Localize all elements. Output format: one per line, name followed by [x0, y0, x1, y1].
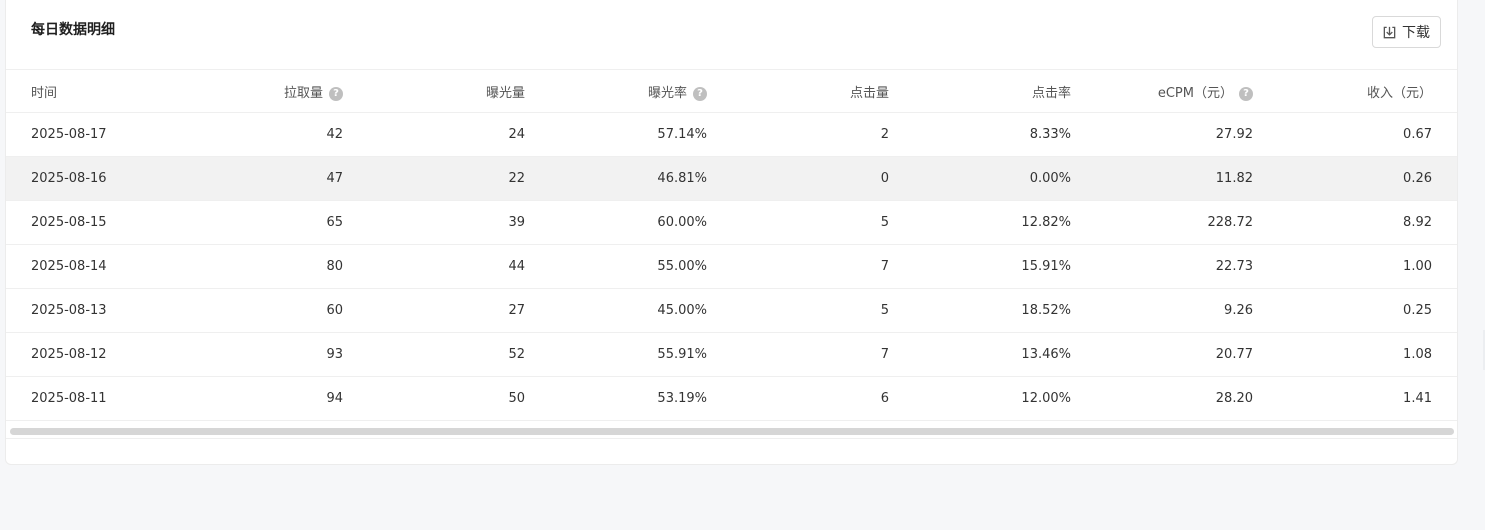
cell-date: 2025-08-15	[31, 215, 107, 230]
table-row: 2025-08-11 94 50 53.19% 6 12.00% 28.20 1…	[6, 377, 1457, 421]
cell-ecpm: 22.73	[1215, 259, 1253, 274]
cell-ecpm: 9.26	[1224, 303, 1253, 318]
cell-ecpm: 28.20	[1215, 391, 1253, 406]
cell-impression-rate: 60.00%	[657, 215, 707, 230]
column-header-requests: 拉取量?	[186, 70, 366, 113]
cell-impression-rate: 55.91%	[657, 347, 707, 362]
daily-data-table: 时间 拉取量? 曝光量 曝光率? 点击量 点击率 eCPM（元）? 收入（元） …	[6, 69, 1457, 421]
daily-detail-card: 每日数据明细 下载 时间 拉取量? 曝光量 曝光率 ? 点击量 点击率 eCPM…	[5, 0, 1458, 465]
cell-impressions: 39	[508, 215, 525, 230]
cell-clicks: 7	[880, 259, 889, 274]
column-header-ctr: 点击率	[1031, 85, 1071, 101]
cell-impression-rate: 46.81%	[657, 171, 707, 186]
cell-clicks: 7	[880, 347, 889, 362]
cell-impressions: 27	[508, 303, 525, 318]
table-row: 2025-08-13 60 27 45.00% 5 18.52% 9.26 0.…	[6, 289, 1457, 333]
cell-ctr: 18.52%	[1021, 303, 1071, 318]
cell-date: 2025-08-13	[31, 303, 107, 318]
cell-ecpm: 27.92	[1215, 127, 1253, 142]
cell-revenue: 1.00	[1403, 259, 1432, 274]
table-row: 2025-08-17 42 24 57.14% 2 8.33% 27.92 0.…	[6, 113, 1457, 157]
column-header-time: 时间	[31, 85, 58, 101]
cell-ctr: 13.46%	[1021, 347, 1071, 362]
cell-revenue: 8.92	[1403, 215, 1432, 230]
table-row: 2025-08-14 80 44 55.00% 7 15.91% 22.73 1…	[6, 245, 1457, 289]
download-icon	[1382, 25, 1397, 40]
cell-requests: 94	[326, 391, 343, 406]
cell-ecpm: 11.82	[1215, 171, 1253, 186]
cell-revenue: 1.41	[1403, 391, 1432, 406]
cell-clicks: 6	[880, 391, 889, 406]
cell-date: 2025-08-17	[31, 127, 107, 142]
cell-date: 2025-08-16	[31, 171, 107, 186]
cell-ctr: 12.00%	[1021, 391, 1071, 406]
cell-date: 2025-08-14	[31, 259, 107, 274]
cell-impressions: 50	[508, 391, 525, 406]
cell-ecpm: 228.72	[1207, 215, 1254, 230]
cell-impression-rate: 45.00%	[657, 303, 707, 318]
column-header-revenue: 收入（元）	[1366, 85, 1432, 101]
cell-revenue: 1.08	[1403, 347, 1432, 362]
table-header-row: 时间 拉取量? 曝光量 曝光率? 点击量 点击率 eCPM（元）? 收入（元）	[6, 69, 1457, 113]
table-row: 2025-08-12 93 52 55.91% 7 13.46% 20.77 1…	[6, 333, 1457, 377]
table-footer-divider	[6, 438, 1457, 439]
card-title: 每日数据明细	[31, 22, 115, 38]
cell-impressions: 52	[508, 347, 525, 362]
cell-ctr: 0.00%	[1029, 171, 1071, 186]
question-circle-icon[interactable]: ?	[693, 86, 707, 101]
table-row: 2025-08-15 65 39 60.00% 5 12.82% 228.72 …	[6, 201, 1457, 245]
cell-impression-rate: 53.19%	[657, 391, 707, 406]
column-header-clicks: 点击量	[849, 85, 889, 101]
cell-clicks: 0	[880, 171, 889, 186]
cell-date: 2025-08-12	[31, 347, 107, 362]
cell-impressions: 24	[508, 127, 525, 142]
horizontal-scrollbar[interactable]	[10, 428, 1454, 435]
table-row: 2025-08-16 47 22 46.81% 0 0.00% 11.82 0.…	[6, 156, 1457, 201]
cell-ctr: 12.82%	[1021, 215, 1071, 230]
cell-requests: 42	[326, 127, 343, 142]
column-header-impression-rate: 曝光率?	[548, 70, 730, 113]
cell-date: 2025-08-11	[31, 391, 107, 406]
column-header-impressions: 曝光量	[485, 85, 525, 101]
cell-requests: 80	[326, 259, 343, 274]
cell-clicks: 5	[880, 303, 889, 318]
cell-requests: 65	[326, 215, 343, 230]
cell-impression-rate: 57.14%	[657, 127, 707, 142]
cell-impressions: 22	[508, 171, 525, 186]
cell-requests: 47	[326, 171, 343, 186]
cell-impression-rate: 55.00%	[657, 259, 707, 274]
cell-revenue: 0.26	[1403, 171, 1432, 186]
cell-impressions: 44	[508, 259, 525, 274]
cell-requests: 60	[326, 303, 343, 318]
scrollbar-thumb[interactable]	[10, 428, 1454, 435]
download-button[interactable]: 下载	[1372, 16, 1441, 48]
download-button-label: 下载	[1402, 25, 1430, 41]
question-circle-icon[interactable]: ?	[1239, 86, 1253, 101]
question-circle-icon[interactable]: ?	[329, 86, 343, 101]
cell-ecpm: 20.77	[1215, 347, 1253, 362]
cell-revenue: 0.67	[1403, 127, 1432, 142]
cell-requests: 93	[326, 347, 343, 362]
cell-ctr: 15.91%	[1021, 259, 1071, 274]
cell-clicks: 5	[880, 215, 889, 230]
column-header-ecpm: eCPM（元）?	[1094, 70, 1276, 113]
cell-ctr: 8.33%	[1029, 127, 1071, 142]
cell-clicks: 2	[880, 127, 889, 142]
cell-revenue: 0.25	[1403, 303, 1432, 318]
